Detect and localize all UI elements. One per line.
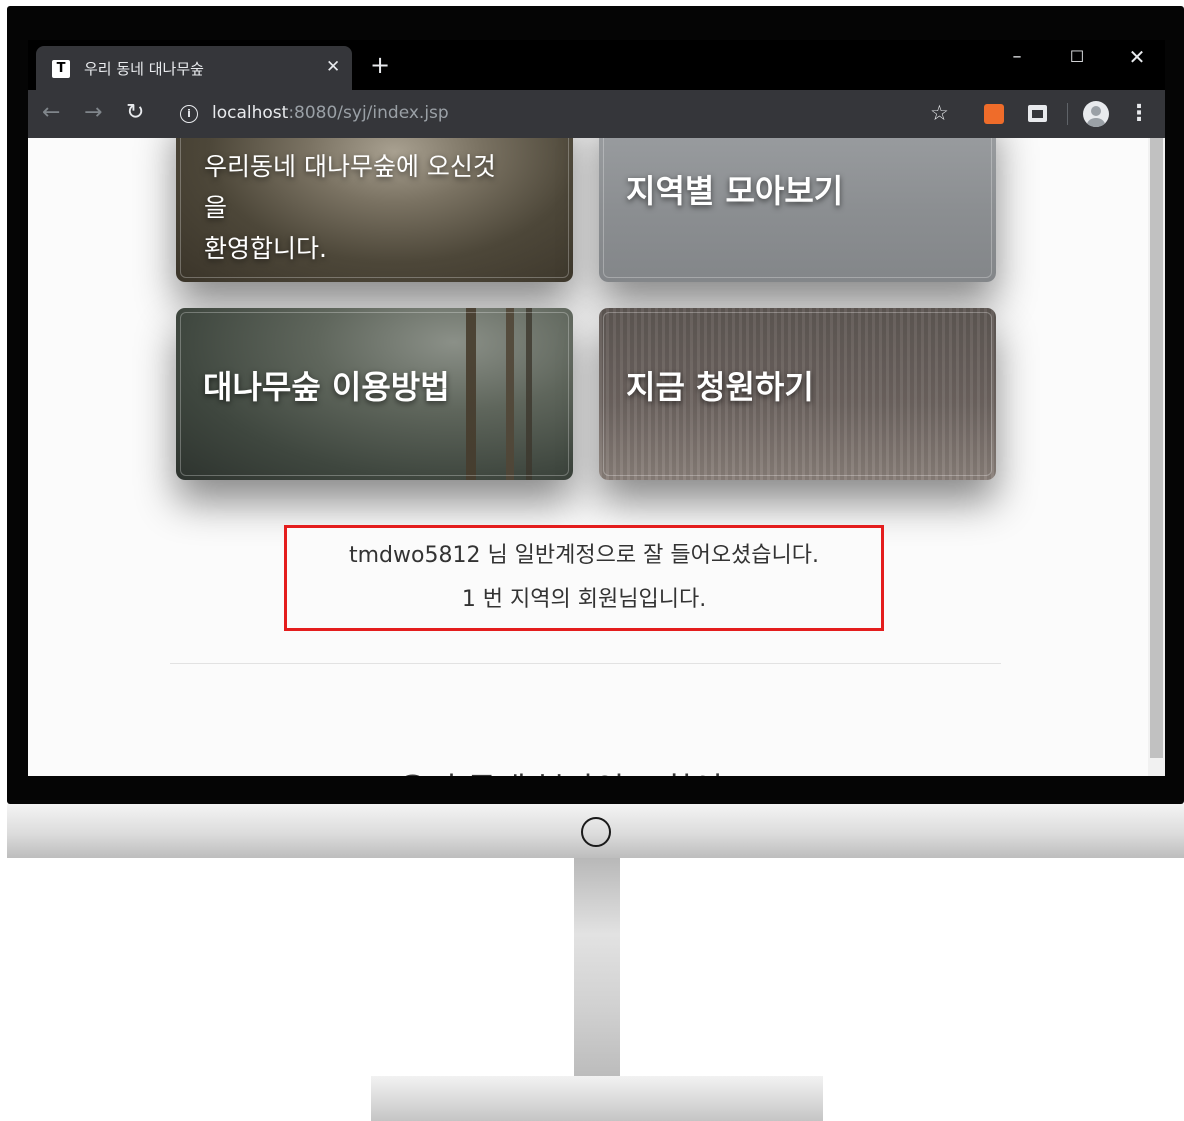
address-bar[interactable]: localhost:8080/syj/index.jsp: [212, 103, 449, 123]
window-close-button[interactable]: ✕: [1114, 42, 1160, 72]
power-button-icon: [581, 817, 611, 847]
monitor-stand-neck: [574, 858, 620, 1076]
new-tab-button[interactable]: +: [370, 52, 390, 78]
window-maximize-button[interactable]: ☐: [1054, 42, 1100, 72]
tab-extension-icon[interactable]: [1028, 105, 1047, 122]
forward-button[interactable]: →: [84, 100, 102, 126]
tab-title: 우리 동네 대나무숲: [84, 60, 204, 78]
section-heading: 우리 동네 블라인드 참여: [398, 764, 723, 776]
region-browse-card[interactable]: 지역별 모아보기: [599, 138, 996, 282]
login-notice-line2: 1 번 지역의 회원님입니다.: [461, 587, 707, 612]
site-info-icon[interactable]: i: [180, 105, 198, 123]
reload-icon: ↻: [126, 100, 145, 125]
toolbar-divider: [1067, 103, 1068, 125]
welcome-card: 우리동네 대나무숲에 오신것 을 환영합니다.: [176, 138, 573, 282]
more-vertical-icon[interactable]: ⋮: [1128, 101, 1150, 127]
profile-avatar-icon[interactable]: [1083, 101, 1109, 127]
extension-icon[interactable]: [984, 104, 1004, 124]
petition-title: 지금 청원하기: [626, 368, 814, 406]
browser-tab[interactable]: T 우리 동네 대나무숲 ✕: [36, 46, 352, 90]
scrollbar[interactable]: [1148, 138, 1165, 776]
region-browse-title: 지역별 모아보기: [626, 172, 844, 210]
arrow-left-icon: ←: [42, 100, 61, 125]
petition-card[interactable]: 지금 청원하기: [599, 308, 996, 480]
welcome-line: 환영합니다.: [204, 234, 327, 263]
bookmark-star-icon[interactable]: ☆: [930, 101, 949, 125]
scrollbar-thumb[interactable]: [1150, 138, 1163, 758]
back-button[interactable]: ←: [42, 100, 60, 126]
section-divider: [170, 663, 1001, 664]
browser-titlebar: T 우리 동네 대나무숲 ✕ + – ☐ ✕: [28, 40, 1165, 90]
arrow-right-icon: →: [84, 100, 103, 125]
welcome-line: 을: [204, 193, 228, 222]
welcome-text: 우리동네 대나무숲에 오신것 을 환영합니다.: [204, 146, 544, 269]
favicon-icon: T: [52, 60, 70, 78]
login-notice-line1: tmdwo5812 님 일반계정으로 잘 들어오셨습니다.: [348, 543, 820, 568]
monitor-stand-base: [371, 1076, 823, 1121]
browser-window: T 우리 동네 대나무숲 ✕ + – ☐ ✕ ← → ↻ i localhost…: [28, 40, 1165, 776]
how-to-use-title: 대나무숲 이용방법: [203, 368, 450, 406]
welcome-line: 우리동네 대나무숲에 오신것: [204, 152, 496, 181]
reload-button[interactable]: ↻: [126, 100, 144, 126]
login-notice: tmdwo5812 님 일반계정으로 잘 들어오셨습니다. 1 번 지역의 회원…: [284, 525, 884, 631]
url-path: :8080/syj/index.jsp: [288, 103, 449, 123]
page-viewport: 우리동네 대나무숲에 오신것 을 환영합니다. 지역별 모아보기 대나무숲 이용…: [28, 138, 1165, 776]
url-host: localhost: [212, 103, 289, 123]
tab-close-icon[interactable]: ✕: [326, 57, 340, 77]
window-minimize-button[interactable]: –: [994, 42, 1040, 72]
how-to-use-card[interactable]: 대나무숲 이용방법: [176, 308, 573, 480]
browser-toolbar: ← → ↻ i localhost:8080/syj/index.jsp ☆ ⋮: [28, 90, 1165, 138]
